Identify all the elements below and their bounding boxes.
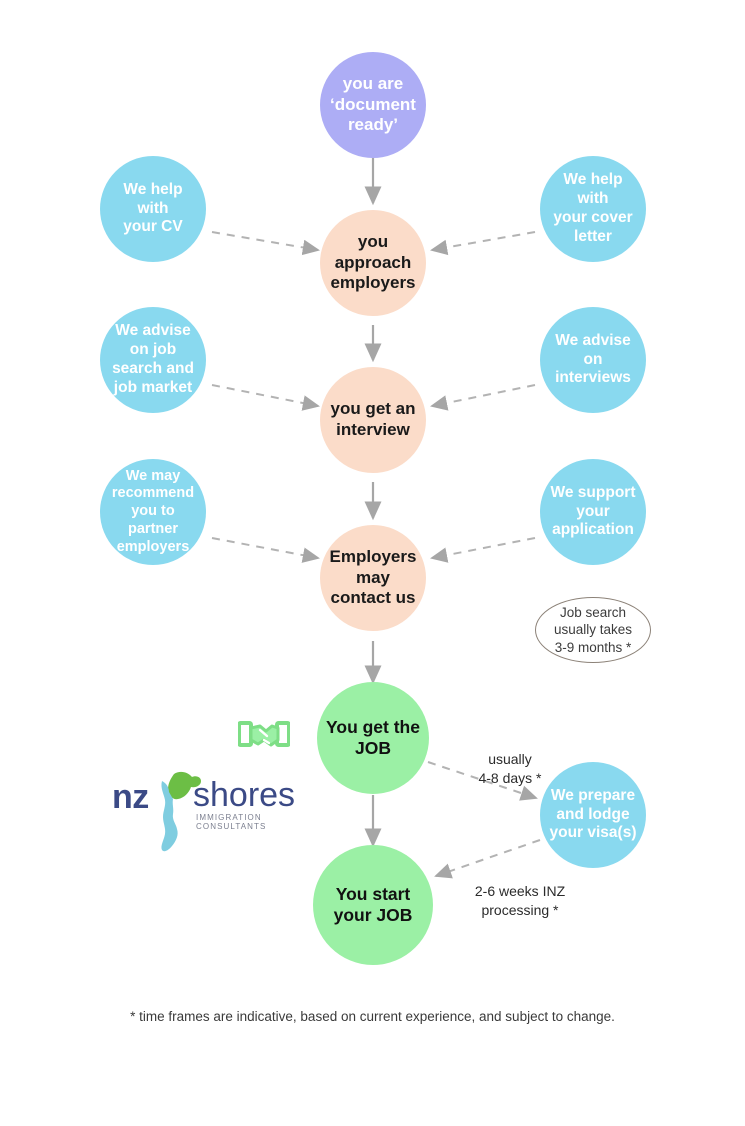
flowchart-canvas: you are ‘document ready’ We help with yo… bbox=[0, 0, 745, 1126]
node-approach-employers[interactable]: you approach employers bbox=[320, 210, 426, 316]
callout-job-search-duration-label: Job search usually takes 3-9 months * bbox=[553, 604, 633, 655]
node-recommend-partner-employers[interactable]: We may recommend you to partner employer… bbox=[100, 459, 206, 565]
node-help-cv-label: We help with your CV bbox=[123, 180, 183, 236]
handshake-icon bbox=[237, 718, 291, 754]
node-employers-contact-us-label: Employers may contact us bbox=[329, 546, 417, 608]
logo-nz-text: nz bbox=[112, 778, 149, 816]
edge-label-inz-processing-duration-text: 2-6 weeks INZ processing * bbox=[474, 882, 566, 918]
node-get-interview[interactable]: you get an interview bbox=[320, 367, 426, 473]
footnote-text: * time frames are indicative, based on c… bbox=[130, 1009, 615, 1024]
edge-label-visa-prep-duration-text: usually 4-8 days * bbox=[478, 750, 542, 786]
logo-tagline: IMMIGRATION CONSULTANTS bbox=[196, 813, 267, 831]
node-advise-interviews-label: We advise on interviews bbox=[555, 331, 631, 387]
node-approach-employers-label: you approach employers bbox=[330, 231, 416, 293]
node-prepare-lodge-visa-label: We prepare and lodge your visa(s) bbox=[549, 786, 637, 842]
node-help-cv[interactable]: We help with your CV bbox=[100, 156, 206, 262]
node-document-ready[interactable]: you are ‘document ready’ bbox=[320, 52, 426, 158]
node-help-cover-letter[interactable]: We help with your cover letter bbox=[540, 156, 646, 262]
callout-job-search-duration: Job search usually takes 3-9 months * bbox=[535, 597, 651, 663]
footnote-time-frames: * time frames are indicative, based on c… bbox=[0, 1009, 745, 1024]
node-document-ready-label: you are ‘document ready’ bbox=[330, 73, 416, 135]
new-zealand-map-icon bbox=[161, 771, 201, 852]
node-advise-job-search-label: We advise on job search and job market bbox=[112, 322, 194, 396]
node-employers-contact-us[interactable]: Employers may contact us bbox=[320, 525, 426, 631]
node-start-job-label: You start your JOB bbox=[333, 883, 413, 925]
node-support-application[interactable]: We support your application bbox=[540, 459, 646, 565]
edge-label-inz-processing-duration: 2-6 weeks INZ processing * bbox=[455, 863, 585, 920]
node-start-job[interactable]: You start your JOB bbox=[313, 845, 433, 965]
node-get-job[interactable]: You get the JOB bbox=[317, 682, 429, 794]
node-get-interview-label: you get an interview bbox=[330, 399, 416, 439]
node-support-application-label: We support your application bbox=[550, 483, 636, 539]
logo-shores-text: shores bbox=[193, 776, 296, 814]
node-recommend-partner-employers-label: We may recommend you to partner employer… bbox=[111, 467, 195, 555]
edge-label-visa-prep-duration: usually 4-8 days * bbox=[455, 731, 565, 788]
node-help-cover-letter-label: We help with your cover letter bbox=[553, 171, 633, 245]
node-advise-interviews[interactable]: We advise on interviews bbox=[540, 307, 646, 413]
nz-shores-logo: nz shores IMMIGRATION CONSULTANTS bbox=[108, 770, 295, 862]
node-advise-job-search[interactable]: We advise on job search and job market bbox=[100, 307, 206, 413]
node-get-job-label: You get the JOB bbox=[326, 716, 420, 758]
